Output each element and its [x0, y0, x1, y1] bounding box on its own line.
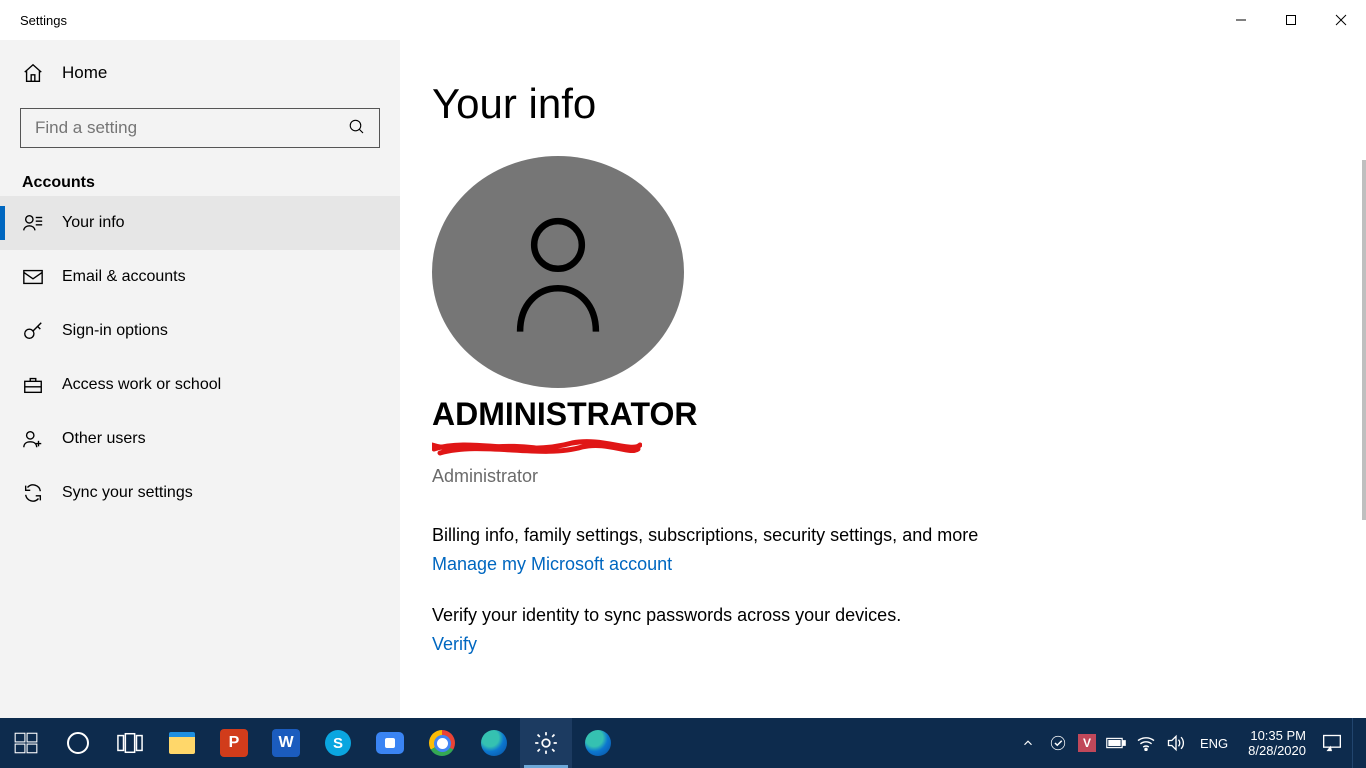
taskbar-app-word[interactable]: W	[260, 718, 312, 768]
task-view-button[interactable]	[104, 718, 156, 768]
titlebar-title: Settings	[20, 13, 67, 28]
person-icon	[503, 207, 613, 337]
chrome-icon	[429, 730, 455, 756]
account-username: ADMINISTRATOR	[432, 396, 1366, 433]
sidebar-item-other-users[interactable]: Other users	[0, 412, 400, 466]
clock-time: 10:35 PM	[1248, 728, 1306, 743]
key-icon	[22, 320, 44, 342]
sidebar-home-label: Home	[62, 63, 107, 83]
sync-icon	[22, 482, 44, 504]
sidebar-item-label: Other users	[62, 430, 146, 448]
zoom-icon	[376, 732, 404, 754]
tray-app-icon[interactable]: V	[1078, 734, 1096, 752]
taskbar-left: P W S	[0, 718, 624, 768]
sidebar-item-label: Your info	[62, 214, 125, 232]
action-center-button[interactable]	[1322, 733, 1342, 753]
volume-icon[interactable]	[1166, 733, 1186, 753]
home-icon	[22, 62, 44, 84]
main-content: Your info ADMINISTRATOR Administrator Bi…	[400, 40, 1366, 718]
powerpoint-icon: P	[220, 729, 248, 757]
skype-icon: S	[325, 730, 351, 756]
sidebar-item-label: Email & accounts	[62, 268, 186, 286]
taskbar-app-skype[interactable]: S	[312, 718, 364, 768]
scrollbar[interactable]	[1362, 160, 1366, 520]
verify-link[interactable]: Verify	[432, 634, 477, 655]
search-wrap	[0, 96, 400, 154]
task-view-icon	[117, 730, 143, 756]
taskbar-app-chrome[interactable]	[416, 718, 468, 768]
taskbar-app-explorer[interactable]	[156, 718, 208, 768]
settings-body: Home Accounts Your info	[0, 40, 1366, 718]
mail-icon	[22, 266, 44, 288]
taskbar-app-settings[interactable]	[520, 718, 572, 768]
sidebar-section-label: Accounts	[0, 154, 400, 196]
word-icon: W	[272, 729, 300, 757]
language-indicator[interactable]: ENG	[1196, 736, 1232, 751]
redaction-scribble	[432, 435, 642, 459]
taskbar-app-powerpoint[interactable]: P	[208, 718, 260, 768]
tray-security-icon[interactable]	[1048, 733, 1068, 753]
person-add-icon	[22, 428, 44, 450]
sidebar-item-access-work[interactable]: Access work or school	[0, 358, 400, 412]
close-button[interactable]	[1316, 0, 1366, 40]
page-title: Your info	[432, 40, 1366, 128]
taskbar-app-edge-legacy[interactable]	[468, 718, 520, 768]
windows-icon	[13, 730, 39, 756]
sidebar: Home Accounts Your info	[0, 40, 400, 718]
sidebar-item-label: Sync your settings	[62, 484, 193, 502]
tray-overflow-button[interactable]	[1018, 733, 1038, 753]
clock[interactable]: 10:35 PM 8/28/2020	[1242, 728, 1312, 758]
sidebar-item-sync-settings[interactable]: Sync your settings	[0, 466, 400, 520]
search-icon	[348, 118, 366, 141]
settings-window: Settings Home	[0, 0, 1366, 718]
sidebar-home[interactable]: Home	[0, 50, 400, 96]
verify-description: Verify your identity to sync passwords a…	[432, 605, 1366, 626]
circle-icon	[67, 732, 89, 754]
sidebar-item-label: Sign-in options	[62, 322, 168, 340]
sidebar-item-label: Access work or school	[62, 376, 221, 394]
battery-icon[interactable]	[1106, 733, 1126, 753]
person-card-icon	[22, 212, 44, 234]
sidebar-item-email-accounts[interactable]: Email & accounts	[0, 250, 400, 304]
titlebar: Settings	[0, 0, 1366, 40]
search-input[interactable]	[20, 108, 380, 148]
account-role: Administrator	[432, 466, 1366, 487]
avatar	[432, 156, 684, 388]
minimize-button[interactable]	[1216, 0, 1266, 40]
maximize-button[interactable]	[1266, 0, 1316, 40]
file-explorer-icon	[169, 732, 195, 754]
wifi-icon[interactable]	[1136, 733, 1156, 753]
briefcase-icon	[22, 374, 44, 396]
window-controls	[1216, 0, 1366, 40]
taskbar: P W S	[0, 718, 1366, 768]
cortana-button[interactable]	[52, 718, 104, 768]
sidebar-item-signin-options[interactable]: Sign-in options	[0, 304, 400, 358]
taskbar-app-edge[interactable]	[572, 718, 624, 768]
clock-date: 8/28/2020	[1248, 743, 1306, 758]
edge-icon	[585, 730, 611, 756]
titlebar-title-wrap: Settings	[0, 13, 67, 28]
sidebar-item-your-info[interactable]: Your info	[0, 196, 400, 250]
show-desktop-button[interactable]	[1352, 718, 1358, 768]
manage-account-link[interactable]: Manage my Microsoft account	[432, 554, 672, 575]
gear-icon	[533, 730, 559, 756]
edge-icon	[481, 730, 507, 756]
start-button[interactable]	[0, 718, 52, 768]
billing-description: Billing info, family settings, subscript…	[432, 525, 1366, 546]
taskbar-right: V ENG 10:35 PM 8/28/2020	[1018, 718, 1366, 768]
taskbar-app-zoom[interactable]	[364, 718, 416, 768]
